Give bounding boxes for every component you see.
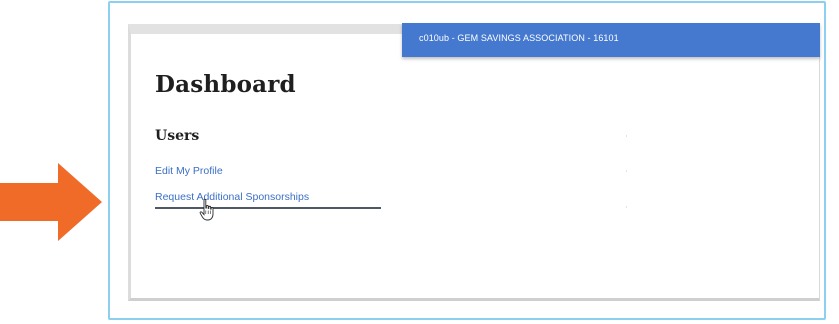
faint-mark: [626, 206, 627, 208]
link-hover-underline: [155, 207, 381, 209]
edit-my-profile-link[interactable]: Edit My Profile: [155, 165, 223, 177]
account-label: c010ub - GEM SAVINGS ASSOCIATION - 16101: [419, 33, 619, 43]
faint-mark: [626, 170, 627, 172]
dashboard-card: [128, 24, 820, 301]
hand-pointer-icon: [199, 198, 214, 221]
screenshot-canvas: c010ub - GEM SAVINGS ASSOCIATION - 16101…: [0, 0, 839, 324]
account-header-bar: c010ub - GEM SAVINGS ASSOCIATION - 16101: [402, 23, 820, 57]
page-title: Dashboard: [155, 71, 296, 98]
faint-mark: [626, 135, 627, 137]
users-section-title: Users: [155, 128, 200, 144]
arrow-right-icon: [0, 163, 102, 241]
request-additional-sponsorships-link[interactable]: Request Additional Sponsorships: [155, 191, 309, 203]
